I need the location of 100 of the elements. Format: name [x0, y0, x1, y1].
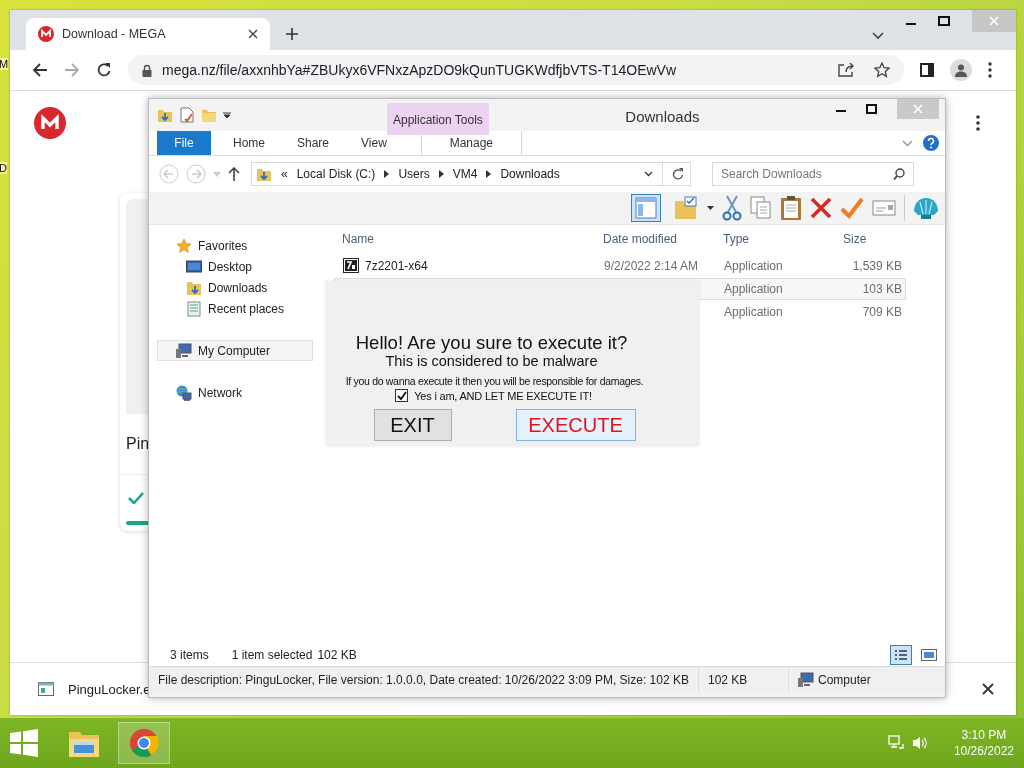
- breadcrumb-overflow[interactable]: «: [281, 167, 288, 181]
- monitor-icon: [186, 259, 202, 274]
- selection-size: 102 KB: [317, 648, 357, 662]
- file-name: 7z2201-x64: [365, 259, 428, 273]
- location: Computer: [818, 673, 871, 687]
- caret-icon[interactable]: [223, 111, 231, 119]
- nav-item[interactable]: Favorites: [157, 235, 313, 256]
- file-tab[interactable]: File: [157, 131, 211, 155]
- back-arrow-icon[interactable]: [32, 62, 48, 78]
- chevron-down-icon[interactable]: [644, 171, 653, 177]
- breadcrumb[interactable]: VM4: [452, 167, 478, 181]
- context-tab-group: Application Tools: [387, 103, 489, 135]
- breadcrumb[interactable]: Users: [398, 167, 430, 181]
- nav-item[interactable]: My Computer: [157, 340, 313, 361]
- chrome-icon: [129, 728, 159, 758]
- chevron-right-icon[interactable]: [486, 170, 492, 178]
- type-cell: Application: [724, 305, 783, 319]
- side-panel-icon[interactable]: [920, 63, 934, 77]
- selection-info: 1 item selected: [231, 648, 313, 662]
- nav-item[interactable]: Recent places: [157, 298, 313, 319]
- folder-icon[interactable]: [673, 195, 699, 221]
- size-cell: 1,539 KB: [852, 259, 902, 273]
- breadcrumb[interactable]: Local Disk (C:): [296, 167, 376, 181]
- mega-logo-icon: [38, 26, 54, 42]
- archive-app-icon: [343, 258, 359, 274]
- window-title: Downloads: [624, 107, 701, 125]
- chevron-down-icon[interactable]: [872, 32, 884, 40]
- taskbar-app[interactable]: [118, 722, 170, 764]
- mega-logo-icon[interactable]: [34, 107, 66, 139]
- scissors-icon[interactable]: [722, 195, 742, 221]
- ribbon-tab[interactable]: Share: [281, 131, 346, 155]
- breadcrumb[interactable]: Downloads: [500, 167, 560, 181]
- size-cell: 103 KB: [862, 282, 902, 296]
- close-icon[interactable]: [982, 683, 994, 695]
- clipboard-icon[interactable]: [780, 195, 802, 221]
- lock-icon: [142, 63, 152, 77]
- shell-icon[interactable]: [913, 196, 939, 220]
- file-name: Pin: [126, 435, 150, 453]
- search-icon: [893, 168, 905, 180]
- column-header[interactable]: Date modified: [595, 232, 715, 246]
- caret-icon[interactable]: [707, 206, 714, 210]
- checkbox-label[interactable]: Yes i am, AND LET ME EXECUTE IT!: [414, 389, 592, 402]
- warning-text: If you do wanna execute it then you will be responsible for damages.: [345, 374, 644, 389]
- execute-button[interactable]: EXECUTE: [515, 409, 636, 441]
- download-file-name[interactable]: PinguLocker.e: [68, 681, 151, 697]
- browser-tab[interactable]: Download - MEGA: [26, 18, 270, 50]
- nav-item[interactable]: Network: [157, 382, 313, 403]
- share-icon[interactable]: [838, 63, 854, 77]
- folder-icon: [256, 166, 272, 182]
- reload-icon[interactable]: [96, 62, 112, 78]
- checkmark-icon: [128, 492, 144, 504]
- star-icon: [176, 237, 192, 254]
- large-icons-view-icon[interactable]: [921, 649, 937, 661]
- plus-icon[interactable]: [286, 28, 298, 40]
- network-icon: [176, 384, 192, 401]
- close-icon[interactable]: [248, 29, 258, 39]
- address-bar[interactable]: « Local Disk (C:) Users VM4 Downloads: [251, 162, 691, 186]
- more-vertical-icon[interactable]: [988, 62, 992, 78]
- dialog-heading: Hello! Are you sure to execute it?: [355, 333, 628, 353]
- up-arrow-icon[interactable]: [228, 167, 240, 181]
- dialog-subheading: This is considered to be malware: [385, 353, 598, 370]
- document-icon: [186, 300, 202, 317]
- help-icon[interactable]: [923, 135, 939, 151]
- desktop-icon-label: M: [0, 58, 9, 70]
- type-cell: Application: [724, 282, 783, 296]
- exit-button[interactable]: EXIT: [373, 409, 452, 441]
- file-row[interactable]: 7z2201-x64 9/2/2022 2:14 AM Application 1,539 KB: [334, 255, 906, 277]
- document-icon[interactable]: [179, 107, 195, 123]
- reload-icon[interactable]: [672, 168, 684, 180]
- ribbon-tab[interactable]: Home: [217, 131, 281, 155]
- search-field[interactable]: Search Downloads: [712, 162, 914, 186]
- chevron-right-icon[interactable]: [438, 170, 444, 178]
- folder-icon: [186, 279, 202, 296]
- nav-item[interactable]: Desktop: [157, 256, 313, 277]
- delete-x-icon[interactable]: [810, 197, 832, 219]
- computer-icon: [176, 342, 192, 359]
- column-header[interactable]: Name: [334, 232, 595, 246]
- maximize-icon[interactable]: [938, 16, 950, 26]
- more-vertical-icon[interactable]: [976, 115, 980, 131]
- file-size: 102 KB: [708, 673, 748, 687]
- chevron-right-icon[interactable]: [384, 170, 390, 178]
- date-cell: 9/2/2022 2:14 AM: [604, 259, 699, 273]
- checkmark-icon[interactable]: [840, 197, 864, 219]
- folder-icon[interactable]: [157, 107, 173, 123]
- item-count: 3 items: [170, 648, 209, 662]
- application-icon: [38, 682, 54, 696]
- address-bar[interactable]: mega.nz/file/axxnhbYa#ZBUkyx6VFNxzApzDO9kQunTUGKWdfjbVTS-T14OEwVw: [128, 55, 904, 85]
- computer-icon: [798, 672, 814, 688]
- file-description: File description: PinguLocker, File version: 1.0.0.0, Date created: 10/26/2022 3:09 PM, Size: 102 KB: [158, 673, 689, 687]
- speaker-icon[interactable]: [911, 735, 928, 751]
- star-icon[interactable]: [874, 62, 890, 78]
- type-cell: Application: [724, 259, 783, 273]
- checkbox[interactable]: [395, 389, 409, 402]
- size-cell: 709 KB: [862, 305, 902, 319]
- windows-logo-icon[interactable]: [10, 729, 38, 757]
- desktop-icon-label: D: [0, 162, 7, 174]
- maximize-icon[interactable]: [866, 104, 877, 114]
- nav-item[interactable]: Downloads: [157, 277, 313, 298]
- column-header[interactable]: Size: [835, 232, 901, 246]
- column-header[interactable]: Type: [715, 232, 835, 246]
